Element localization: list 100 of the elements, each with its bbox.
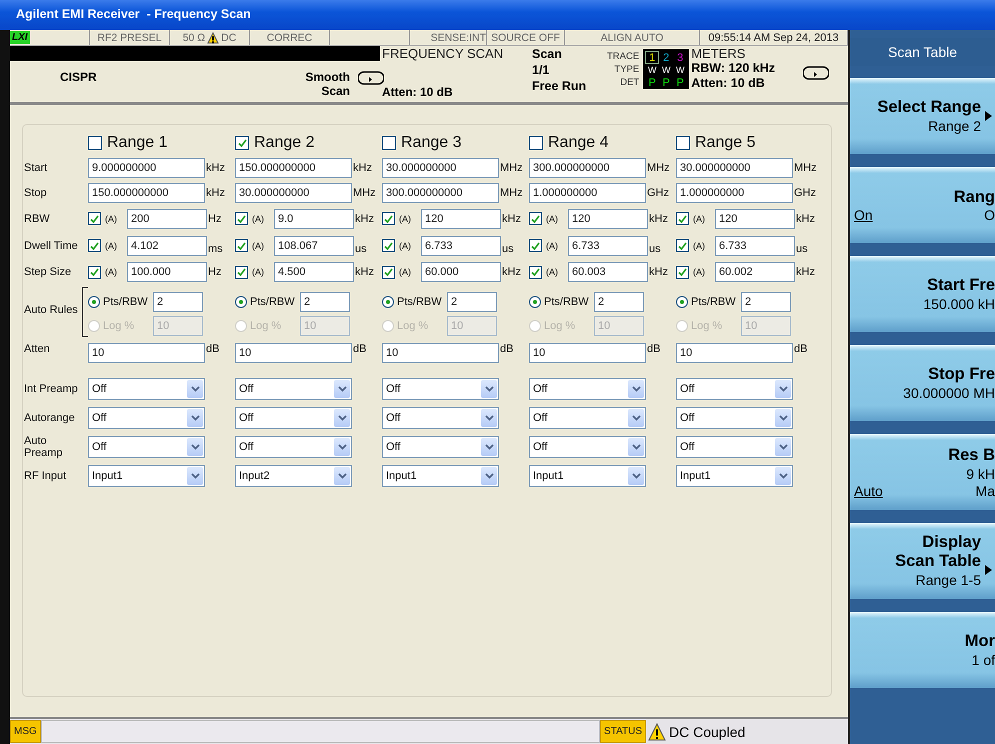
checkbox[interactable]	[382, 239, 395, 252]
dropdown[interactable]: Off	[529, 436, 646, 458]
checkbox[interactable]	[88, 136, 102, 150]
unit-label: Hz	[207, 212, 222, 224]
checkbox[interactable]	[235, 212, 248, 225]
dropdown[interactable]: Off	[235, 436, 352, 458]
softkey[interactable]: Rang On O	[850, 167, 995, 243]
chevron-down-icon	[338, 386, 346, 392]
dropdown[interactable]: Off	[88, 406, 205, 428]
trace-type: W	[674, 64, 686, 77]
input-field[interactable]: 6.733	[421, 236, 501, 256]
checkbox[interactable]	[235, 239, 248, 252]
input-field[interactable]: 60.002	[715, 262, 795, 282]
dropdown[interactable]: Input1	[676, 464, 793, 486]
input-field[interactable]: 2	[447, 292, 497, 312]
dropdown[interactable]: Off	[676, 406, 793, 428]
dropdown[interactable]: Input1	[382, 464, 499, 486]
input-field[interactable]: 10	[529, 343, 646, 363]
input-field[interactable]: 30.000000000	[382, 158, 499, 178]
chevron-down-icon	[190, 414, 200, 420]
checkbox[interactable]	[676, 212, 689, 225]
softkey[interactable]: Select Range Range 2	[850, 78, 995, 154]
checkbox[interactable]	[529, 212, 542, 225]
input-field[interactable]: 108.067	[274, 236, 354, 256]
radio-button[interactable]	[235, 296, 247, 308]
dropdown[interactable]: Off	[676, 378, 793, 400]
trace-number[interactable]: 1	[645, 51, 660, 64]
checkbox[interactable]	[676, 266, 689, 278]
checkbox[interactable]	[676, 136, 690, 150]
dropdown[interactable]: Off	[382, 378, 499, 400]
radio-button[interactable]	[676, 296, 688, 308]
input-field[interactable]: 150.000000000	[235, 158, 352, 178]
softkey[interactable]: Res B 9 kH Auto Ma	[850, 434, 995, 510]
input-field[interactable]: 9.0	[274, 208, 354, 228]
input-field[interactable]: 10	[382, 343, 499, 363]
input-field[interactable]: 60.000	[421, 262, 501, 282]
input-field[interactable]: 4.102	[127, 236, 207, 256]
dropdown[interactable]: Off	[529, 406, 646, 428]
input-field[interactable]: 120	[421, 208, 501, 228]
input-field[interactable]: 10	[88, 343, 205, 363]
checkbox[interactable]	[88, 239, 101, 252]
dropdown[interactable]: Off	[235, 406, 352, 428]
input-field[interactable]: 6.733	[715, 236, 795, 256]
checkbox[interactable]	[382, 212, 395, 225]
checkbox[interactable]	[88, 266, 101, 278]
input-field[interactable]: 10	[676, 343, 793, 363]
input-field[interactable]: 200	[127, 208, 207, 228]
checkbox[interactable]	[235, 136, 249, 150]
input-field[interactable]: 2	[153, 292, 203, 312]
unit-label: Hz	[207, 266, 222, 278]
input-field[interactable]: 2	[594, 292, 644, 312]
dropdown[interactable]: Off	[382, 406, 499, 428]
dropdown[interactable]: Off	[382, 436, 499, 458]
input-field[interactable]: 60.003	[568, 262, 648, 282]
trace-number[interactable]: 3	[673, 51, 688, 64]
checkbox[interactable]	[529, 239, 542, 252]
input-field[interactable]: 1.000000000	[529, 182, 646, 202]
radio-button[interactable]	[382, 296, 394, 308]
input-field[interactable]: 30.000000000	[676, 158, 793, 178]
chevron-down-icon	[190, 386, 200, 392]
trace-number[interactable]: 2	[659, 51, 674, 64]
dropdown[interactable]: Off	[235, 378, 352, 400]
unit-label: us	[795, 243, 808, 257]
checkbox[interactable]	[382, 266, 395, 278]
input-field[interactable]: 2	[741, 292, 791, 312]
chevron-down-icon	[632, 472, 640, 478]
input-field[interactable]: 100.000	[127, 262, 207, 282]
check-icon	[530, 240, 541, 250]
input-field[interactable]: 9.000000000	[88, 158, 205, 178]
dropdown[interactable]: Off	[529, 378, 646, 400]
input-field[interactable]: 4.500	[274, 262, 354, 282]
checkbox[interactable]	[529, 266, 542, 278]
input-field[interactable]: 10	[235, 343, 352, 363]
dropdown[interactable]: Off	[676, 436, 793, 458]
input-field[interactable]: 1.000000000	[676, 182, 793, 202]
softkey[interactable]: Start Fre 150.000 kH	[850, 256, 995, 332]
input-field[interactable]: 300.000000000	[529, 158, 646, 178]
input-field[interactable]: 30.000000000	[235, 182, 352, 202]
checkbox[interactable]	[88, 212, 101, 225]
checkbox[interactable]	[529, 136, 543, 150]
softkey[interactable]: Mor 1 of	[850, 612, 995, 688]
radio-button[interactable]	[88, 296, 100, 308]
input-field[interactable]: 120	[715, 208, 795, 228]
input-field[interactable]: 300.000000000	[382, 182, 499, 202]
checkbox[interactable]	[382, 136, 396, 150]
input-field[interactable]: 120	[568, 208, 648, 228]
dropdown[interactable]: Input2	[235, 464, 352, 486]
input-field[interactable]: 6.733	[568, 236, 648, 256]
radio-button[interactable]	[529, 296, 541, 308]
checkbox[interactable]	[676, 239, 689, 252]
input-field[interactable]: 150.000000000	[88, 182, 205, 202]
dropdown[interactable]: Off	[88, 378, 205, 400]
dropdown[interactable]: Input1	[88, 464, 205, 486]
checkbox[interactable]	[235, 266, 248, 278]
dropdown[interactable]: Off	[88, 436, 205, 458]
softkey[interactable]: Display Scan Table Range 1-5	[850, 523, 995, 599]
dropdown[interactable]: Input1	[529, 464, 646, 486]
input-field[interactable]: 2	[300, 292, 350, 312]
chevron-down-icon	[632, 414, 640, 420]
softkey[interactable]: Stop Fre 30.000000 MH	[850, 345, 995, 421]
